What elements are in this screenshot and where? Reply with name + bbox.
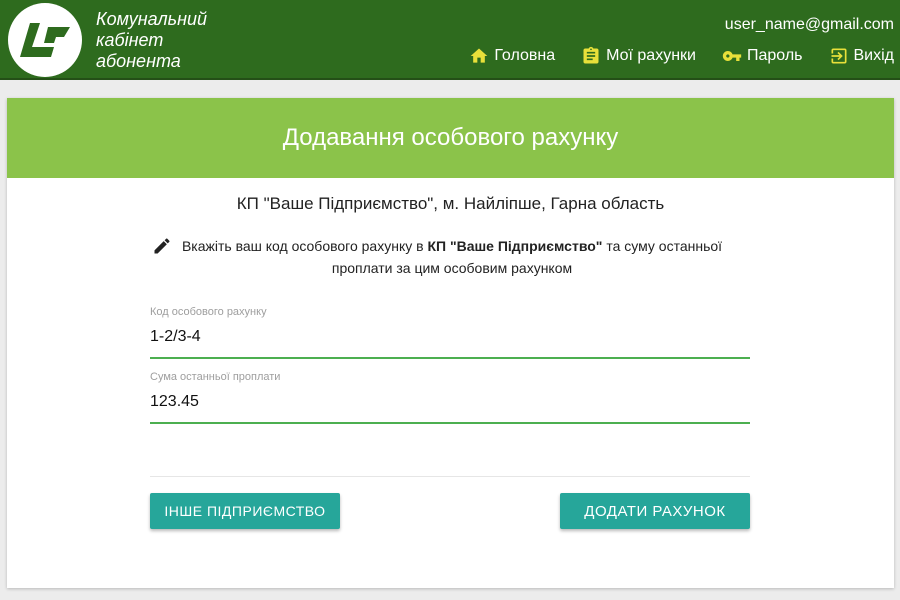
- user-email: user_name@gmail.com: [724, 16, 894, 33]
- app-title-line: кабінет: [96, 30, 164, 50]
- pencil-icon: [154, 238, 170, 254]
- nav-my-accounts-label: Мої рахунки: [606, 47, 696, 64]
- last-payment-field: Сума останньої проплати: [150, 371, 750, 424]
- nav-logout[interactable]: Вихід: [829, 46, 895, 66]
- logo-icon: [20, 23, 70, 57]
- clipboard-icon: [583, 46, 599, 64]
- app-title-line: Комунальний: [96, 9, 208, 29]
- company-name: КП "Ваше Підприємство", м. Найліпше, Гар…: [236, 194, 665, 213]
- last-payment-label: Сума останньої проплати: [150, 371, 281, 383]
- account-code-field: Код особового рахунку: [150, 306, 750, 359]
- app-title-line: абонента: [96, 51, 181, 71]
- hint-company: КП "Ваше Підприємство": [427, 238, 603, 254]
- main-nav: Головна Мої рахунки Пароль Вихід: [443, 46, 894, 66]
- top-header: Комунальний кабінет абонента user_name@g…: [0, 0, 900, 80]
- hint-text-start: Вкажіть ваш код особового рахунку в: [181, 238, 428, 254]
- divider: [150, 476, 750, 477]
- key-icon: [722, 51, 742, 61]
- app-title: Комунальний кабінет абонента: [96, 9, 266, 72]
- nav-my-accounts[interactable]: Мої рахунки: [581, 46, 696, 66]
- other-company-button[interactable]: ІНШЕ ПІДПРИЄМСТВО: [150, 493, 340, 529]
- nav-password-label: Пароль: [746, 47, 803, 64]
- add-account-button[interactable]: ДОДАТИ РАХУНОК: [560, 493, 750, 529]
- add-account-card: Додавання особового рахунку КП "Ваше Під…: [7, 98, 894, 588]
- card-header: Додавання особового рахунку: [7, 98, 894, 178]
- nav-password[interactable]: Пароль: [722, 46, 803, 66]
- logout-icon: [831, 48, 846, 64]
- last-payment-input[interactable]: [150, 383, 750, 424]
- nav-logout-label: Вихід: [853, 47, 895, 64]
- account-code-label: Код особового рахунку: [150, 306, 267, 318]
- page-title: Додавання особового рахунку: [282, 124, 619, 151]
- home-icon: [470, 48, 488, 63]
- nav-home[interactable]: Головна: [469, 46, 555, 66]
- account-code-input[interactable]: [150, 318, 750, 359]
- logo[interactable]: [8, 3, 82, 77]
- hint-text: Вкажіть ваш код особового рахунку в КП "…: [152, 235, 752, 279]
- nav-home-label: Головна: [494, 47, 556, 64]
